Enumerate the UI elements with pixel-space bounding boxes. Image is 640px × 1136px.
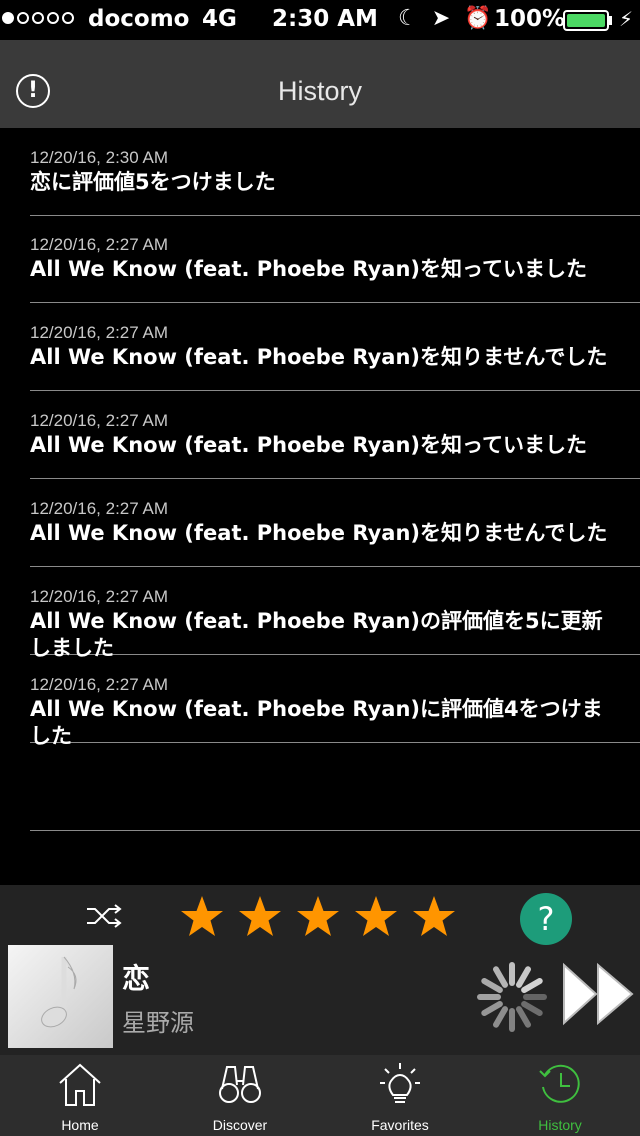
signal-dot bbox=[17, 12, 29, 24]
loading-spinner-icon[interactable] bbox=[476, 961, 548, 1033]
moon-icon: ☾ bbox=[398, 6, 418, 31]
status-icons: ☾ ➤ ⏰ bbox=[398, 6, 492, 31]
history-row[interactable] bbox=[30, 743, 640, 831]
location-arrow-icon: ➤ bbox=[431, 6, 451, 31]
battery-icon bbox=[563, 10, 609, 31]
spinner-spoke bbox=[481, 1001, 503, 1016]
signal-strength-icon bbox=[2, 12, 74, 24]
star-icon[interactable] bbox=[178, 893, 226, 941]
history-timestamp: 12/20/16, 2:27 AM bbox=[30, 499, 168, 518]
mini-player: ? 恋 星野源 bbox=[0, 885, 640, 1055]
carrier-name: docomo bbox=[88, 6, 190, 32]
signal-dot bbox=[47, 12, 59, 24]
spinner-spoke bbox=[481, 978, 503, 993]
history-row[interactable]: 12/20/16, 2:27 AM All We Know (feat. Phoe… bbox=[30, 655, 640, 748]
tab-history[interactable]: History bbox=[480, 1055, 640, 1136]
history-row[interactable]: 12/20/16, 2:27 AM All We Know (feat. Phoe… bbox=[30, 479, 640, 567]
lightbulb-icon bbox=[380, 1063, 420, 1103]
history-row[interactable]: 12/20/16, 2:27 AM All We Know (feat. Phoe… bbox=[30, 391, 640, 479]
tab-home[interactable]: Home bbox=[0, 1055, 160, 1136]
history-text: All We Know (feat. Phoebe Ryan)を知っていました bbox=[30, 257, 587, 281]
history-timestamp: 12/20/16, 2:27 AM bbox=[30, 411, 168, 430]
spinner-spoke bbox=[516, 966, 531, 988]
tab-label: History bbox=[538, 1117, 582, 1133]
alarm-icon: ⏰ bbox=[464, 6, 492, 31]
star-icon[interactable] bbox=[294, 893, 342, 941]
album-artwork[interactable] bbox=[8, 945, 113, 1048]
tab-label: Favorites bbox=[371, 1117, 429, 1133]
history-timestamp: 12/20/16, 2:27 AM bbox=[30, 323, 168, 342]
navigation-bar: ! History bbox=[0, 40, 640, 128]
charging-bolt-icon: ⚡ bbox=[619, 7, 634, 31]
spinner-spoke bbox=[521, 1001, 543, 1016]
track-title: 恋 bbox=[122, 962, 151, 995]
shuffle-icon[interactable] bbox=[84, 901, 124, 931]
history-timestamp: 12/20/16, 2:27 AM bbox=[30, 235, 168, 254]
next-track-icon[interactable] bbox=[560, 961, 636, 1027]
network-type: 4G bbox=[202, 6, 237, 32]
history-list[interactable]: 12/20/16, 2:30 AM 恋に評価値5をつけました 12/20/16, 2… bbox=[0, 128, 640, 885]
spinner-spoke bbox=[516, 1006, 531, 1028]
star-icon[interactable] bbox=[410, 893, 458, 941]
spinner-spoke bbox=[493, 966, 508, 988]
history-text: All We Know (feat. Phoebe Ryan)に評価値4をつけま… bbox=[30, 697, 603, 748]
history-timestamp: 12/20/16, 2:27 AM bbox=[30, 675, 168, 694]
spinner-spoke bbox=[493, 1006, 508, 1028]
battery-tip bbox=[609, 16, 612, 25]
track-artist: 星野源 bbox=[122, 1009, 194, 1037]
tab-label: Home bbox=[61, 1117, 99, 1133]
history-row[interactable]: 12/20/16, 2:27 AM All We Know (feat. Phoe… bbox=[30, 215, 640, 303]
history-clock-icon bbox=[539, 1064, 580, 1103]
battery-fill bbox=[567, 14, 605, 27]
history-text: All We Know (feat. Phoebe Ryan)を知りませんでした bbox=[30, 345, 608, 369]
history-text: All We Know (feat. Phoebe Ryan)を知っていました bbox=[30, 433, 587, 457]
history-row[interactable]: 12/20/16, 2:30 AM 恋に評価値5をつけました bbox=[30, 128, 640, 216]
history-row[interactable]: 12/20/16, 2:27 AM All We Know (feat. Phoe… bbox=[30, 567, 640, 660]
rating-stars bbox=[178, 893, 458, 941]
tab-discover[interactable]: Discover bbox=[160, 1055, 320, 1136]
history-text: 恋に評価値5をつけました bbox=[30, 170, 276, 194]
tab-label: Discover bbox=[212, 1117, 268, 1133]
signal-dot bbox=[62, 12, 74, 24]
help-button[interactable]: ? bbox=[520, 893, 572, 945]
history-text: All We Know (feat. Phoebe Ryan)を知りませんでした bbox=[30, 521, 608, 545]
history-text: All We Know (feat. Phoebe Ryan)の評価値を5に更新… bbox=[30, 609, 603, 660]
page-title: History bbox=[277, 76, 362, 106]
star-icon[interactable] bbox=[236, 893, 284, 941]
status-bar: docomo 4G 2:30 AM ☾ ➤ ⏰ 100% ⚡ bbox=[0, 0, 640, 40]
binoculars-icon bbox=[219, 1066, 261, 1103]
music-note-icon bbox=[41, 956, 77, 1028]
signal-dot bbox=[2, 12, 14, 24]
status-clock: 2:30 AM bbox=[272, 6, 378, 32]
history-row[interactable]: 12/20/16, 2:27 AM All We Know (feat. Phoe… bbox=[30, 303, 640, 391]
battery-percent: 100% bbox=[494, 6, 566, 32]
tab-bar: Home Discover Favorites History bbox=[0, 1055, 640, 1136]
history-timestamp: 12/20/16, 2:30 AM bbox=[30, 148, 168, 167]
star-icon[interactable] bbox=[352, 893, 400, 941]
history-timestamp: 12/20/16, 2:27 AM bbox=[30, 587, 168, 606]
tab-favorites[interactable]: Favorites bbox=[320, 1055, 480, 1136]
spinner-spoke bbox=[521, 978, 543, 993]
home-icon bbox=[59, 1063, 101, 1106]
signal-dot bbox=[32, 12, 44, 24]
